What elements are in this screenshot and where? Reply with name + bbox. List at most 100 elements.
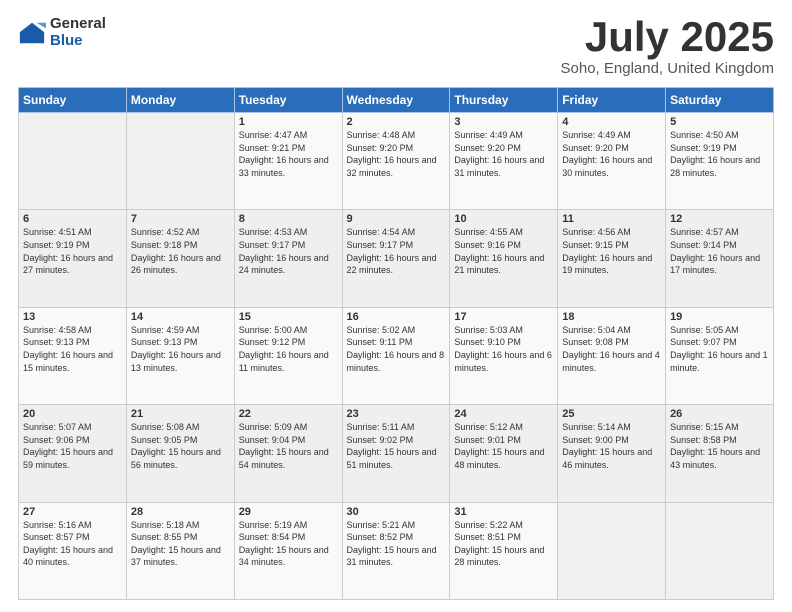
day-info: Sunrise: 5:07 AM Sunset: 9:06 PM Dayligh…: [23, 421, 122, 471]
calendar-cell: 28Sunrise: 5:18 AM Sunset: 8:55 PM Dayli…: [126, 502, 234, 599]
day-number: 7: [131, 213, 230, 225]
day-info: Sunrise: 5:09 AM Sunset: 9:04 PM Dayligh…: [239, 421, 338, 471]
calendar-cell: 2Sunrise: 4:48 AM Sunset: 9:20 PM Daylig…: [342, 113, 450, 210]
calendar-cell: 27Sunrise: 5:16 AM Sunset: 8:57 PM Dayli…: [19, 502, 127, 599]
calendar-cell: 30Sunrise: 5:21 AM Sunset: 8:52 PM Dayli…: [342, 502, 450, 599]
day-info: Sunrise: 4:49 AM Sunset: 9:20 PM Dayligh…: [454, 129, 553, 179]
calendar-cell: 25Sunrise: 5:14 AM Sunset: 9:00 PM Dayli…: [558, 405, 666, 502]
day-info: Sunrise: 5:19 AM Sunset: 8:54 PM Dayligh…: [239, 519, 338, 569]
calendar-cell: [126, 113, 234, 210]
main-title: July 2025: [561, 16, 774, 58]
day-header-monday: Monday: [126, 88, 234, 113]
day-number: 21: [131, 408, 230, 420]
calendar-cell: 1Sunrise: 4:47 AM Sunset: 9:21 PM Daylig…: [234, 113, 342, 210]
calendar-cell: 19Sunrise: 5:05 AM Sunset: 9:07 PM Dayli…: [666, 307, 774, 404]
day-number: 23: [347, 408, 446, 420]
calendar-cell: 12Sunrise: 4:57 AM Sunset: 9:14 PM Dayli…: [666, 210, 774, 307]
calendar-cell: 11Sunrise: 4:56 AM Sunset: 9:15 PM Dayli…: [558, 210, 666, 307]
calendar-cell: 17Sunrise: 5:03 AM Sunset: 9:10 PM Dayli…: [450, 307, 558, 404]
calendar-cell: 24Sunrise: 5:12 AM Sunset: 9:01 PM Dayli…: [450, 405, 558, 502]
calendar-cell: 7Sunrise: 4:52 AM Sunset: 9:18 PM Daylig…: [126, 210, 234, 307]
day-number: 26: [670, 408, 769, 420]
day-number: 27: [23, 506, 122, 518]
logo: General Blue: [18, 16, 106, 49]
day-number: 15: [239, 311, 338, 323]
day-number: 28: [131, 506, 230, 518]
calendar-cell: 8Sunrise: 4:53 AM Sunset: 9:17 PM Daylig…: [234, 210, 342, 307]
logo-general: General: [50, 16, 106, 33]
day-info: Sunrise: 4:53 AM Sunset: 9:17 PM Dayligh…: [239, 226, 338, 276]
calendar-cell: 6Sunrise: 4:51 AM Sunset: 9:19 PM Daylig…: [19, 210, 127, 307]
day-info: Sunrise: 5:12 AM Sunset: 9:01 PM Dayligh…: [454, 421, 553, 471]
day-info: Sunrise: 5:18 AM Sunset: 8:55 PM Dayligh…: [131, 519, 230, 569]
calendar-header-row: SundayMondayTuesdayWednesdayThursdayFrid…: [19, 88, 774, 113]
day-info: Sunrise: 4:55 AM Sunset: 9:16 PM Dayligh…: [454, 226, 553, 276]
day-info: Sunrise: 4:50 AM Sunset: 9:19 PM Dayligh…: [670, 129, 769, 179]
calendar-week-row: 27Sunrise: 5:16 AM Sunset: 8:57 PM Dayli…: [19, 502, 774, 599]
day-info: Sunrise: 5:11 AM Sunset: 9:02 PM Dayligh…: [347, 421, 446, 471]
calendar-week-row: 1Sunrise: 4:47 AM Sunset: 9:21 PM Daylig…: [19, 113, 774, 210]
page: General Blue July 2025 Soho, England, Un…: [0, 0, 792, 612]
logo-icon: [18, 19, 46, 47]
day-number: 2: [347, 116, 446, 128]
day-info: Sunrise: 5:21 AM Sunset: 8:52 PM Dayligh…: [347, 519, 446, 569]
day-info: Sunrise: 4:49 AM Sunset: 9:20 PM Dayligh…: [562, 129, 661, 179]
day-info: Sunrise: 4:56 AM Sunset: 9:15 PM Dayligh…: [562, 226, 661, 276]
day-header-saturday: Saturday: [666, 88, 774, 113]
day-number: 29: [239, 506, 338, 518]
calendar-cell: 23Sunrise: 5:11 AM Sunset: 9:02 PM Dayli…: [342, 405, 450, 502]
calendar-cell: 16Sunrise: 5:02 AM Sunset: 9:11 PM Dayli…: [342, 307, 450, 404]
day-info: Sunrise: 4:47 AM Sunset: 9:21 PM Dayligh…: [239, 129, 338, 179]
day-info: Sunrise: 5:05 AM Sunset: 9:07 PM Dayligh…: [670, 324, 769, 374]
calendar-cell: 15Sunrise: 5:00 AM Sunset: 9:12 PM Dayli…: [234, 307, 342, 404]
day-info: Sunrise: 4:58 AM Sunset: 9:13 PM Dayligh…: [23, 324, 122, 374]
calendar-week-row: 20Sunrise: 5:07 AM Sunset: 9:06 PM Dayli…: [19, 405, 774, 502]
calendar-cell: 31Sunrise: 5:22 AM Sunset: 8:51 PM Dayli…: [450, 502, 558, 599]
day-number: 25: [562, 408, 661, 420]
logo-text: General Blue: [50, 16, 106, 49]
calendar-cell: [666, 502, 774, 599]
calendar-cell: [19, 113, 127, 210]
day-number: 14: [131, 311, 230, 323]
calendar-cell: [558, 502, 666, 599]
calendar-cell: 14Sunrise: 4:59 AM Sunset: 9:13 PM Dayli…: [126, 307, 234, 404]
calendar-table: SundayMondayTuesdayWednesdayThursdayFrid…: [18, 87, 774, 600]
day-header-sunday: Sunday: [19, 88, 127, 113]
day-header-wednesday: Wednesday: [342, 88, 450, 113]
calendar-cell: 21Sunrise: 5:08 AM Sunset: 9:05 PM Dayli…: [126, 405, 234, 502]
day-number: 30: [347, 506, 446, 518]
title-area: July 2025 Soho, England, United Kingdom: [561, 16, 774, 77]
day-number: 10: [454, 213, 553, 225]
logo-blue: Blue: [50, 33, 106, 50]
day-info: Sunrise: 4:51 AM Sunset: 9:19 PM Dayligh…: [23, 226, 122, 276]
day-number: 18: [562, 311, 661, 323]
day-info: Sunrise: 4:57 AM Sunset: 9:14 PM Dayligh…: [670, 226, 769, 276]
calendar-cell: 18Sunrise: 5:04 AM Sunset: 9:08 PM Dayli…: [558, 307, 666, 404]
day-number: 19: [670, 311, 769, 323]
calendar-cell: 20Sunrise: 5:07 AM Sunset: 9:06 PM Dayli…: [19, 405, 127, 502]
calendar-week-row: 6Sunrise: 4:51 AM Sunset: 9:19 PM Daylig…: [19, 210, 774, 307]
day-info: Sunrise: 5:03 AM Sunset: 9:10 PM Dayligh…: [454, 324, 553, 374]
day-number: 24: [454, 408, 553, 420]
day-number: 3: [454, 116, 553, 128]
day-info: Sunrise: 4:59 AM Sunset: 9:13 PM Dayligh…: [131, 324, 230, 374]
calendar-cell: 5Sunrise: 4:50 AM Sunset: 9:19 PM Daylig…: [666, 113, 774, 210]
day-info: Sunrise: 5:14 AM Sunset: 9:00 PM Dayligh…: [562, 421, 661, 471]
day-header-thursday: Thursday: [450, 88, 558, 113]
day-number: 8: [239, 213, 338, 225]
day-number: 31: [454, 506, 553, 518]
day-number: 5: [670, 116, 769, 128]
day-info: Sunrise: 5:22 AM Sunset: 8:51 PM Dayligh…: [454, 519, 553, 569]
calendar-cell: 9Sunrise: 4:54 AM Sunset: 9:17 PM Daylig…: [342, 210, 450, 307]
calendar-cell: 26Sunrise: 5:15 AM Sunset: 8:58 PM Dayli…: [666, 405, 774, 502]
calendar-cell: 13Sunrise: 4:58 AM Sunset: 9:13 PM Dayli…: [19, 307, 127, 404]
day-number: 16: [347, 311, 446, 323]
day-info: Sunrise: 4:52 AM Sunset: 9:18 PM Dayligh…: [131, 226, 230, 276]
day-info: Sunrise: 5:02 AM Sunset: 9:11 PM Dayligh…: [347, 324, 446, 374]
day-info: Sunrise: 5:00 AM Sunset: 9:12 PM Dayligh…: [239, 324, 338, 374]
day-info: Sunrise: 4:48 AM Sunset: 9:20 PM Dayligh…: [347, 129, 446, 179]
day-info: Sunrise: 5:15 AM Sunset: 8:58 PM Dayligh…: [670, 421, 769, 471]
day-info: Sunrise: 4:54 AM Sunset: 9:17 PM Dayligh…: [347, 226, 446, 276]
calendar-week-row: 13Sunrise: 4:58 AM Sunset: 9:13 PM Dayli…: [19, 307, 774, 404]
day-number: 20: [23, 408, 122, 420]
